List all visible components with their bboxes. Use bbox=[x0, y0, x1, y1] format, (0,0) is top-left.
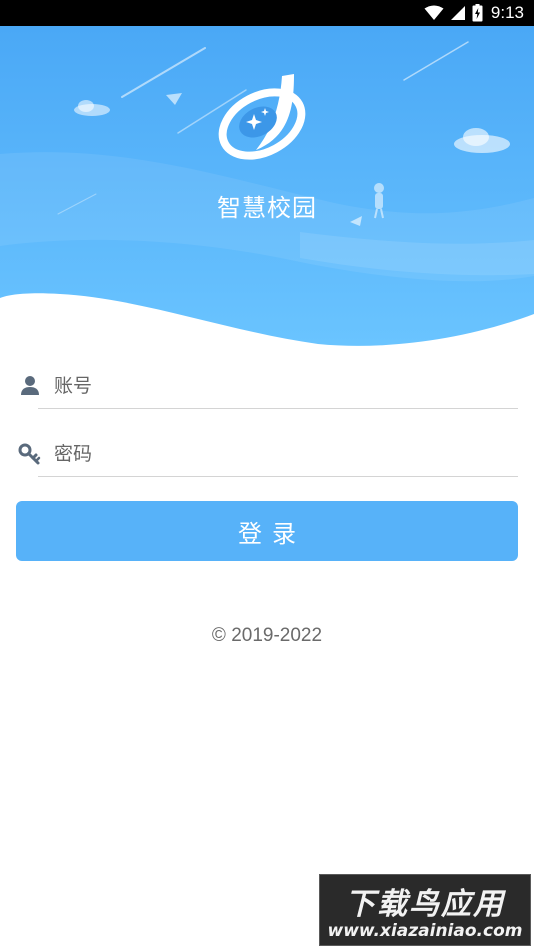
app-title: 智慧校园 bbox=[217, 194, 317, 222]
key-icon bbox=[18, 443, 41, 465]
status-time: 9:13 bbox=[490, 3, 524, 22]
password-input[interactable] bbox=[54, 432, 514, 476]
watermark-url: www.xiazainiao.com bbox=[327, 921, 523, 941]
watermark-title: 下载鸟应用 bbox=[345, 887, 505, 922]
hero-header: 智慧校园 bbox=[0, 26, 534, 356]
campus-logo-icon bbox=[218, 74, 306, 160]
account-field[interactable] bbox=[16, 364, 518, 412]
battery-icon bbox=[472, 4, 483, 22]
password-field[interactable] bbox=[16, 432, 518, 480]
account-input[interactable] bbox=[54, 364, 514, 408]
password-underline bbox=[38, 476, 518, 477]
user-icon bbox=[21, 376, 39, 395]
status-icons: 9:13 bbox=[424, 4, 524, 22]
account-underline bbox=[38, 408, 518, 409]
status-bar: 9:13 bbox=[0, 0, 534, 26]
wifi-icon bbox=[424, 5, 444, 20]
signal-icon bbox=[450, 6, 465, 20]
copyright-text: © 2019-2022 bbox=[211, 625, 323, 646]
login-button[interactable]: 登录 bbox=[16, 501, 518, 561]
watermark-logo: 下载鸟应用 www.xiazainiao.com bbox=[319, 874, 531, 946]
